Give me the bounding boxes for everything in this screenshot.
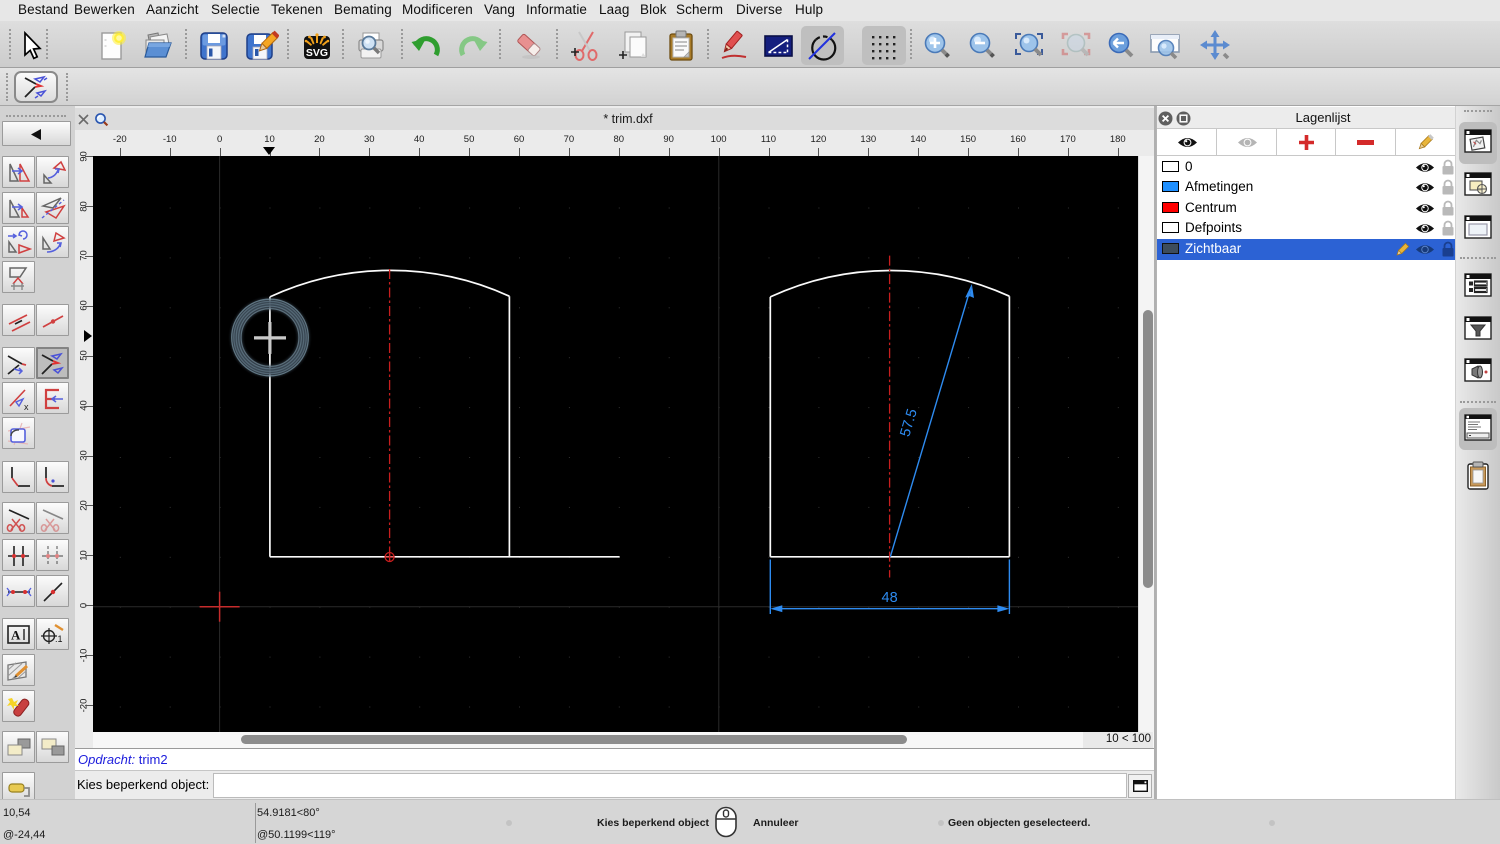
svg-text:x: x [24, 402, 29, 412]
svg-text:SVG: SVG [306, 47, 328, 59]
svg-text:.1: .1 [55, 634, 63, 644]
svg-text:57.5: 57.5 [897, 407, 920, 439]
svg-text:48: 48 [882, 590, 898, 606]
svg-text:A: A [11, 628, 21, 643]
